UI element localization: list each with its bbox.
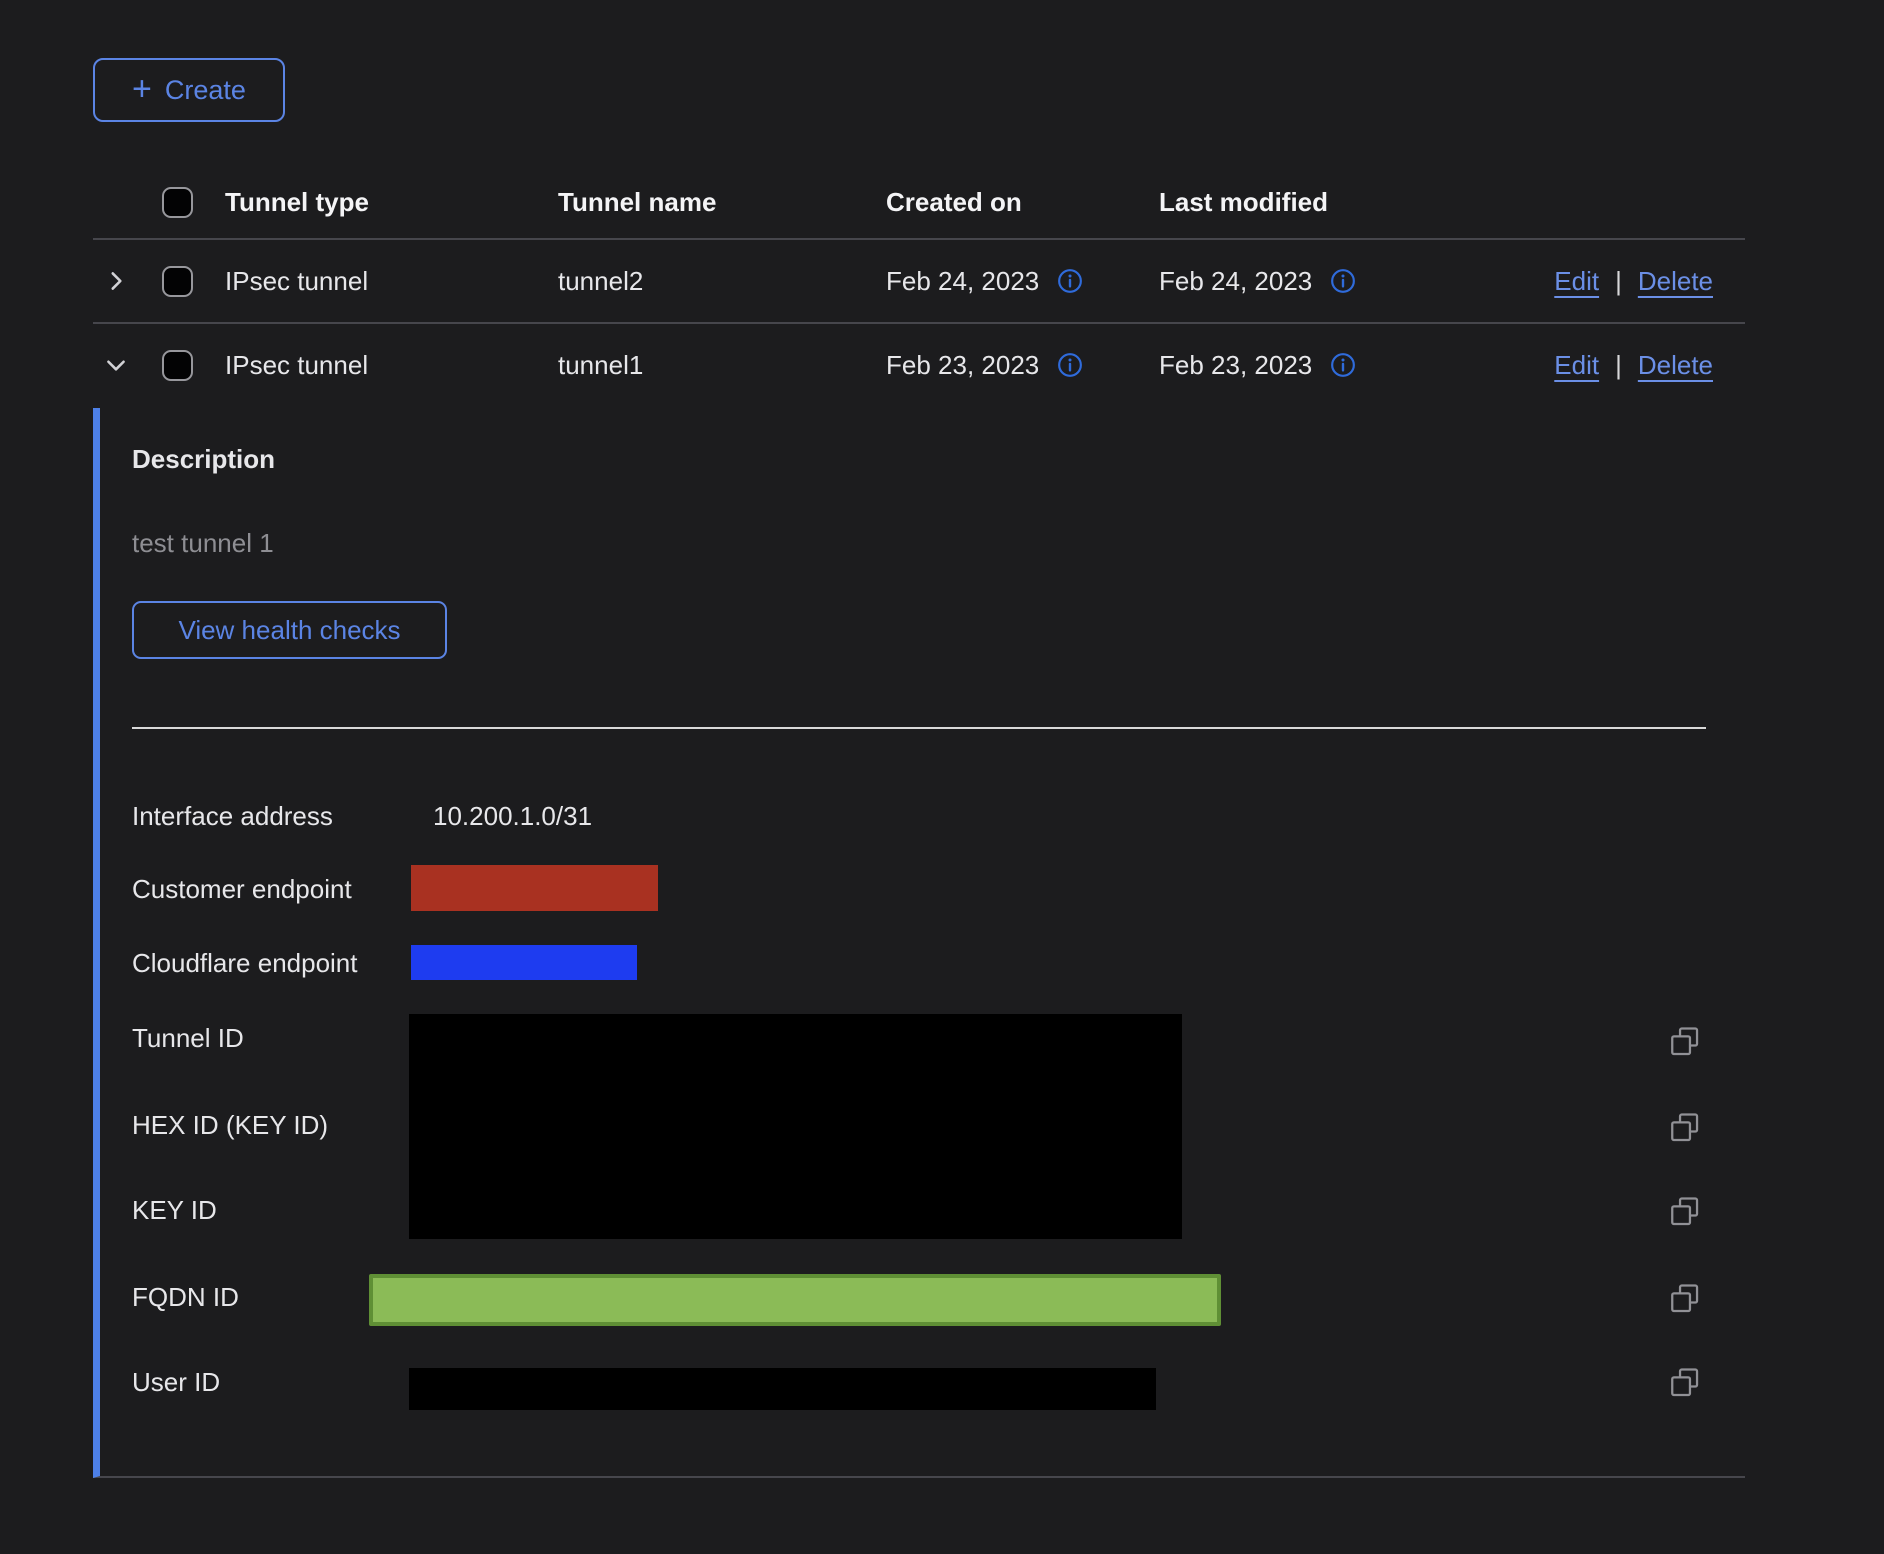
tunnel-type-cell: IPsec tunnel — [225, 350, 558, 381]
customer-endpoint-redaction — [411, 865, 658, 911]
customer-endpoint-label: Customer endpoint — [132, 873, 352, 905]
row-checkbox[interactable] — [162, 266, 193, 297]
fqdn-id-redaction — [369, 1274, 1221, 1326]
info-icon[interactable] — [1330, 352, 1356, 378]
table-row: IPsec tunnel tunnel2 Feb 24, 2023 Feb 24… — [93, 240, 1745, 324]
description-value: test tunnel 1 — [132, 527, 274, 559]
interface-address-value: 10.200.1.0/31 — [433, 800, 592, 832]
action-separator: | — [1615, 350, 1622, 381]
cloudflare-endpoint-label: Cloudflare endpoint — [132, 947, 358, 979]
action-separator: | — [1615, 266, 1622, 297]
view-health-checks-label: View health checks — [178, 615, 400, 646]
user-id-redaction — [409, 1368, 1156, 1410]
last-modified-value: Feb 23, 2023 — [1159, 350, 1312, 381]
tunnel-name-cell: tunnel2 — [558, 266, 886, 297]
info-icon[interactable] — [1057, 268, 1083, 294]
copy-icon[interactable] — [1668, 1366, 1702, 1400]
header-checkbox-cell — [155, 187, 225, 218]
info-icon[interactable] — [1057, 352, 1083, 378]
section-divider — [132, 727, 1706, 729]
edit-link[interactable]: Edit — [1554, 350, 1599, 381]
fqdn-id-label: FQDN ID — [132, 1281, 239, 1313]
delete-link[interactable]: Delete — [1638, 266, 1713, 297]
tunnel-detail-panel: Description test tunnel 1 View health ch… — [93, 408, 1745, 1478]
copy-icon[interactable] — [1668, 1025, 1702, 1059]
copy-icon[interactable] — [1668, 1111, 1702, 1145]
interface-address-label: Interface address — [132, 800, 333, 832]
ids-redaction — [409, 1014, 1182, 1239]
create-button-label: Create — [165, 75, 246, 106]
created-on-value: Feb 23, 2023 — [886, 350, 1039, 381]
view-health-checks-button[interactable]: View health checks — [132, 601, 447, 659]
tunnels-table: Tunnel type Tunnel name Created on Last … — [93, 167, 1745, 406]
tunnel-type-cell: IPsec tunnel — [225, 266, 558, 297]
cloudflare-endpoint-redaction — [411, 945, 637, 980]
key-id-label: KEY ID — [132, 1194, 217, 1226]
table-header-row: Tunnel type Tunnel name Created on Last … — [93, 167, 1745, 240]
tunnels-page: + Create Tunnel type Tunnel name Created… — [0, 0, 1884, 1554]
hex-id-label: HEX ID (KEY ID) — [132, 1109, 328, 1141]
user-id-label: User ID — [132, 1366, 220, 1398]
plus-icon: + — [132, 72, 152, 106]
description-label: Description — [132, 443, 275, 475]
create-button[interactable]: + Create — [93, 58, 285, 122]
chevron-down-icon[interactable] — [103, 352, 129, 378]
chevron-right-icon[interactable] — [103, 268, 129, 294]
tunnel-id-label: Tunnel ID — [132, 1022, 244, 1054]
created-on-value: Feb 24, 2023 — [886, 266, 1039, 297]
table-row: IPsec tunnel tunnel1 Feb 23, 2023 Feb 23… — [93, 324, 1745, 406]
delete-link[interactable]: Delete — [1638, 350, 1713, 381]
tunnel-name-cell: tunnel1 — [558, 350, 886, 381]
copy-icon[interactable] — [1668, 1282, 1702, 1316]
header-created-on: Created on — [886, 187, 1159, 218]
copy-icon[interactable] — [1668, 1195, 1702, 1229]
last-modified-value: Feb 24, 2023 — [1159, 266, 1312, 297]
header-last-modified: Last modified — [1159, 187, 1460, 218]
edit-link[interactable]: Edit — [1554, 266, 1599, 297]
info-icon[interactable] — [1330, 268, 1356, 294]
header-tunnel-name: Tunnel name — [558, 187, 886, 218]
header-tunnel-type: Tunnel type — [225, 187, 558, 218]
row-checkbox[interactable] — [162, 350, 193, 381]
select-all-checkbox[interactable] — [162, 187, 193, 218]
